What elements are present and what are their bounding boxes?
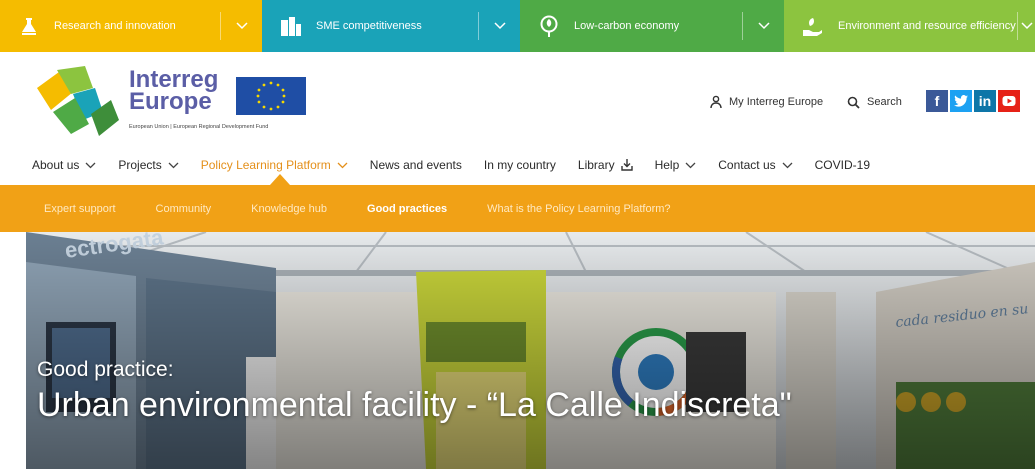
- nav-label: COVID-19: [814, 158, 870, 172]
- chevron-down-icon: [337, 162, 348, 168]
- theme-research-innovation[interactable]: Research and innovation: [0, 0, 262, 52]
- chevron-down-icon[interactable]: [220, 12, 262, 40]
- buildings-icon: [280, 15, 302, 37]
- subnav-what-is-plp[interactable]: What is the Policy Learning Platform?: [487, 203, 670, 215]
- search-icon: [847, 96, 860, 109]
- subnav-good-practices[interactable]: Good practices: [367, 203, 447, 215]
- page: Research and innovation SME competitiven…: [0, 0, 1035, 469]
- nav-label: Projects: [118, 158, 162, 172]
- page-title: Urban environmental facility - “La Calle…: [37, 386, 792, 424]
- nav-label: About us: [32, 158, 80, 172]
- twitter-icon[interactable]: [950, 90, 972, 112]
- download-icon: [620, 159, 633, 171]
- search-button[interactable]: Search: [847, 92, 902, 112]
- logo-word-europe: Europe: [129, 88, 212, 115]
- sub-navigation: Expert support Community Knowledge hub G…: [0, 185, 1035, 232]
- hand-leaf-icon: [802, 15, 824, 37]
- main-navigation: About us Projects Policy Learning Platfo…: [32, 156, 892, 174]
- chevron-down-icon[interactable]: [478, 12, 520, 40]
- theme-sme-competitiveness[interactable]: SME competitiveness: [262, 0, 520, 52]
- youtube-icon[interactable]: [998, 90, 1020, 112]
- leaf-icon: [538, 15, 560, 37]
- nav-label: In my country: [483, 158, 556, 172]
- chevron-down-icon: [168, 162, 179, 168]
- subnav-knowledge-hub[interactable]: Knowledge hub: [251, 203, 327, 215]
- my-interreg-europe-link[interactable]: My Interreg Europe: [710, 92, 823, 112]
- user-icon: [710, 95, 722, 109]
- facebook-icon[interactable]: f: [926, 90, 948, 112]
- chevron-down-icon: [685, 162, 696, 168]
- interreg-europe-logo[interactable]: Interreg Europe European Union | Europea…: [33, 58, 323, 142]
- nav-covid-19[interactable]: COVID-19: [815, 158, 870, 172]
- subnav-expert-support[interactable]: Expert support: [44, 203, 116, 215]
- nav-label: Contact us: [718, 158, 776, 172]
- theme-label: Environment and resource efficiency: [838, 19, 1016, 32]
- nav-label: Policy Learning Platform: [200, 158, 331, 172]
- theme-environment-resource-efficiency[interactable]: Environment and resource efficiency: [784, 0, 1035, 52]
- nav-projects[interactable]: Projects: [118, 158, 179, 172]
- subnav-community[interactable]: Community: [156, 203, 212, 215]
- nav-policy-learning-platform[interactable]: Policy Learning Platform: [201, 158, 348, 172]
- nav-label: Help: [654, 158, 680, 172]
- nav-label: Library: [577, 158, 615, 172]
- account-label: My Interreg Europe: [729, 96, 824, 108]
- chevron-down-icon[interactable]: [742, 12, 784, 40]
- linkedin-icon[interactable]: in: [974, 90, 996, 112]
- nav-about-us[interactable]: About us: [32, 158, 96, 172]
- nav-contact-us[interactable]: Contact us: [718, 158, 793, 172]
- theme-bar: Research and innovation SME competitiven…: [0, 0, 1035, 52]
- theme-low-carbon-economy[interactable]: Low-carbon economy: [520, 0, 784, 52]
- flask-icon: [18, 15, 40, 37]
- chevron-down-icon: [782, 162, 793, 168]
- nav-news-and-events[interactable]: News and events: [370, 158, 462, 172]
- nav-label: News and events: [369, 158, 462, 172]
- active-nav-indicator: [270, 174, 290, 185]
- eu-flag-icon: [236, 77, 306, 115]
- chevron-down-icon[interactable]: [1017, 12, 1035, 40]
- search-label: Search: [867, 96, 902, 108]
- nav-library[interactable]: Library: [578, 158, 633, 172]
- hero-kicker: Good practice:: [37, 358, 174, 381]
- hero-image: ectrogata cada residuo en: [26, 232, 1035, 469]
- nav-help[interactable]: Help: [655, 158, 697, 172]
- chevron-down-icon: [85, 162, 96, 168]
- logo-mark-icon: [37, 66, 119, 136]
- social-links: f in: [926, 90, 1020, 112]
- logo-fund-text: European Union | European Regional Devel…: [129, 124, 269, 130]
- hero-photo-illustration: ectrogata cada residuo en: [26, 232, 1035, 469]
- nav-in-my-country[interactable]: In my country: [484, 158, 556, 172]
